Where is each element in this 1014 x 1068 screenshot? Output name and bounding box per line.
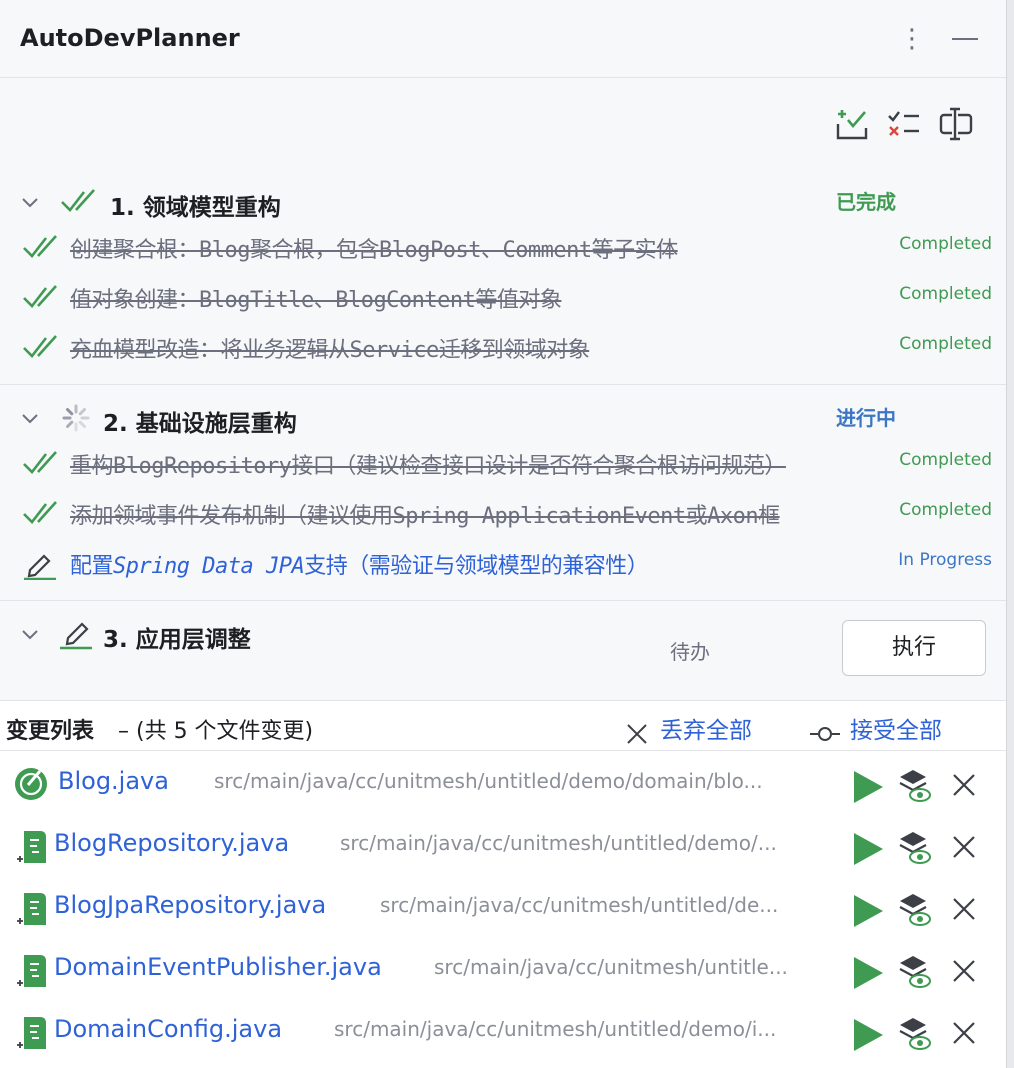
file-name[interactable]: DomainEventPublisher.java [54,953,382,981]
run-icon[interactable] [850,1017,886,1053]
edit-plan-icon[interactable] [938,106,974,142]
window-border [1006,0,1014,1068]
task-text: 配置Spring Data JPA支持（需验证与领域模型的兼容性） [70,554,649,579]
file-name[interactable]: BlogRepository.java [54,829,289,857]
file-row[interactable]: BlogRepository.java src/main/java/cc/uni… [0,817,1006,879]
divider [0,600,1006,601]
task-text: 创建聚合根：Blog聚合根，包含BlogPost、Comment等子实体 [70,238,678,263]
file-path: src/main/java/cc/unitmesh/untitled/demo/… [340,831,777,855]
commit-icon [810,726,840,741]
chevron-down-icon[interactable] [20,192,40,212]
task-status: In Progress [898,550,992,570]
chevron-down-icon[interactable] [20,624,40,644]
file-row[interactable]: Blog.java src/main/java/cc/unitmesh/unti… [0,755,1006,817]
section-status: 已完成 [836,190,896,214]
java-file-new-icon [14,889,48,927]
close-icon[interactable] [950,957,978,985]
file-name[interactable]: BlogJpaRepository.java [54,891,326,919]
task-text: 充血模型改造：将业务逻辑从Service迁移到领域对象 [70,338,590,363]
java-file-new-icon [14,951,48,989]
chevron-down-icon[interactable] [20,408,40,428]
divider [0,384,1006,385]
task-item[interactable]: 值对象创建：BlogTitle、BlogContent等值对象 Complete… [0,276,1006,322]
run-icon[interactable] [850,831,886,867]
file-name[interactable]: Blog.java [58,767,169,795]
pencil-icon [22,550,60,581]
file-path: src/main/java/cc/unitmesh/untitled/de... [380,893,779,917]
changes-count: – (共 5 个文件变更) [118,719,314,744]
section-title: 1. 领域模型重构 [110,195,281,221]
task-item[interactable]: 重构BlogRepository接口（建议检查接口设计是否符合聚合根访问规范） … [0,442,1006,488]
file-name[interactable]: DomainConfig.java [54,1015,282,1043]
task-text: 添加领域事件发布机制（建议使用Spring ApplicationEvent或A… [70,504,780,529]
task-item[interactable]: 添加领域事件发布机制（建议使用Spring ApplicationEvent或A… [0,492,1006,538]
section-title: 3. 应用层调整 [103,627,251,653]
view-diff-icon[interactable] [898,1015,932,1051]
task-item[interactable]: 充血模型改造：将业务逻辑从Service迁移到领域对象 Completed [0,326,1006,372]
accept-all-button[interactable]: 接受全部 [808,711,942,744]
changes-header: 变更列表 – (共 5 个文件变更) 丢弃全部 接受全部 [0,701,1006,751]
minimize-icon[interactable] [948,22,982,56]
task-text: 重构BlogRepository接口（建议检查接口设计是否符合聚合根访问规范） [70,454,786,479]
discard-all-button[interactable]: 丢弃全部 [624,711,752,744]
section-title: 2. 基础设施层重构 [103,411,297,437]
file-row[interactable]: BlogJpaRepository.java src/main/java/cc/… [0,879,1006,941]
tool-window-header: AutoDevPlanner ⋮ [0,0,1006,78]
view-diff-icon[interactable] [898,953,932,989]
double-check-icon [60,188,100,216]
file-row[interactable]: DomainEventPublisher.java src/main/java/… [0,941,1006,1003]
file-path: src/main/java/cc/unitmesh/untitled/demo/… [334,1017,777,1041]
task-status: Completed [899,284,992,304]
task-status: Completed [899,500,992,520]
close-icon [627,723,647,744]
add-task-icon[interactable] [834,106,870,142]
double-check-icon [22,334,60,362]
section-status: 待办 [670,640,710,664]
more-vertical-icon[interactable]: ⋮ [898,22,926,56]
java-file-new-icon [14,827,48,865]
task-text: 值对象创建：BlogTitle、BlogContent等值对象 [70,288,562,313]
task-status: Completed [899,234,992,254]
pencil-icon [60,618,96,650]
changes-title: 变更列表 [6,719,95,744]
double-check-icon [22,500,60,528]
run-icon[interactable] [850,955,886,991]
task-status: Completed [899,334,992,354]
checklist-icon[interactable] [886,106,922,142]
run-icon[interactable] [850,769,886,805]
close-icon[interactable] [950,1019,978,1047]
app-title: AutoDevPlanner [20,24,240,52]
section-status: 进行中 [836,406,896,430]
changes-panel: 变更列表 – (共 5 个文件变更) 丢弃全部 接受全部 Blog.java s… [0,700,1006,1068]
run-icon[interactable] [850,893,886,929]
double-check-icon [22,450,60,478]
close-icon[interactable] [950,771,978,799]
loading-spinner-icon [62,404,90,432]
double-check-icon [22,234,60,262]
execute-button[interactable]: 执行 [842,620,986,676]
file-path: src/main/java/cc/unitmesh/untitled/demo/… [214,769,763,793]
close-icon[interactable] [950,895,978,923]
view-diff-icon[interactable] [898,891,932,927]
double-check-icon [22,284,60,312]
close-icon[interactable] [950,833,978,861]
task-item[interactable]: 创建聚合根：Blog聚合根，包含BlogPost、Comment等子实体 Com… [0,226,1006,272]
file-row[interactable]: DomainConfig.java src/main/java/cc/unitm… [0,1003,1006,1065]
task-status: Completed [899,450,992,470]
view-diff-icon[interactable] [898,767,932,803]
task-item-in-progress[interactable]: 配置Spring Data JPA支持（需验证与领域模型的兼容性） In Pro… [0,542,1006,588]
view-diff-icon[interactable] [898,829,932,865]
java-file-new-icon [14,1013,48,1051]
java-class-modified-icon [14,765,48,803]
file-path: src/main/java/cc/unitmesh/untitle... [434,955,788,979]
